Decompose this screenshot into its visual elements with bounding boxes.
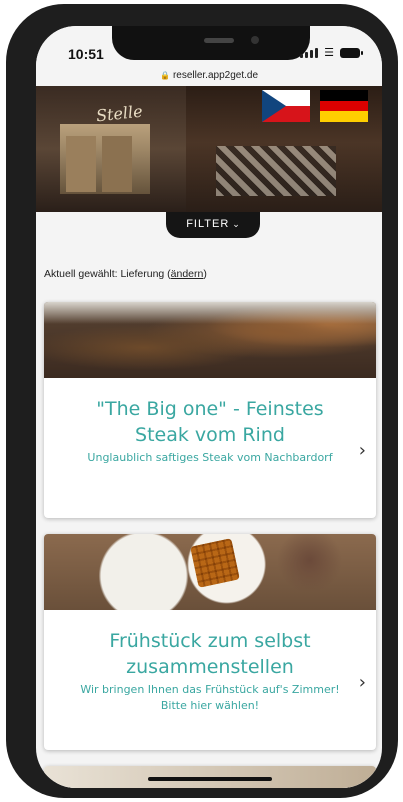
phone-screen: 10:51 ☰ 🔒 reseller.app2get.de Stelle FIL… — [36, 26, 382, 788]
home-indicator[interactable] — [148, 777, 272, 781]
german-flag-icon[interactable] — [320, 90, 368, 123]
product-card-body: Frühstück zum selbst zusammenstellen Wir… — [44, 610, 376, 714]
product-card-steak[interactable]: "The Big one" - Feinstes Steak vom Rind … — [44, 302, 376, 518]
change-delivery-link[interactable]: ändern — [171, 268, 204, 280]
restaurant-logo: Stelle — [95, 101, 144, 126]
filter-button[interactable]: FILTER ⌄ — [166, 212, 260, 238]
notch — [112, 26, 310, 60]
product-title: Frühstück zum selbst zusammenstellen — [109, 630, 311, 678]
chevron-down-icon: ⌄ — [232, 220, 240, 230]
breakfast-image — [44, 534, 376, 610]
lock-icon: 🔒 — [159, 71, 170, 80]
chevron-right-icon: › — [358, 672, 366, 693]
phone-frame: 10:51 ☰ 🔒 reseller.app2get.de Stelle FIL… — [6, 4, 398, 798]
url-text: reseller.app2get.de — [172, 70, 259, 81]
product-subtitle: Unglaublich saftiges Steak vom Nachbardo… — [87, 451, 333, 464]
chevron-right-icon: › — [358, 440, 366, 461]
delivery-mode-info: Aktuell gewählt: Lieferung (ändern) — [44, 268, 207, 280]
address-bar[interactable]: 🔒 reseller.app2get.de — [36, 70, 382, 81]
status-icons: ☰ — [300, 46, 363, 59]
steak-image — [44, 302, 376, 378]
signal-icon — [300, 48, 319, 58]
wifi-icon: ☰ — [324, 46, 334, 59]
restaurant-front-image: Stelle — [36, 86, 186, 212]
product-card-breakfast[interactable]: Frühstück zum selbst zusammenstellen Wir… — [44, 534, 376, 750]
hero-banner: Stelle — [36, 86, 382, 212]
waffle-graphic — [190, 538, 240, 588]
czech-flag-icon[interactable] — [262, 90, 310, 122]
delivery-mode-suffix: ) — [203, 268, 207, 280]
delivery-mode-text: Aktuell gewählt: Lieferung ( — [44, 268, 171, 280]
status-time: 10:51 — [68, 46, 104, 62]
battery-icon — [340, 48, 363, 58]
product-title: "The Big one" - Feinstes Steak vom Rind — [96, 398, 324, 446]
volume-down-button — [8, 244, 14, 302]
camera-dot — [251, 36, 259, 44]
volume-up-button — [8, 172, 14, 230]
filter-label: FILTER — [186, 218, 230, 230]
speaker-grille — [204, 38, 234, 43]
product-card-body: "The Big one" - Feinstes Steak vom Rind … — [44, 378, 376, 466]
product-subtitle: Wir bringen Ihnen das Frühstück auf's Zi… — [80, 683, 340, 712]
mute-switch — [8, 114, 14, 148]
